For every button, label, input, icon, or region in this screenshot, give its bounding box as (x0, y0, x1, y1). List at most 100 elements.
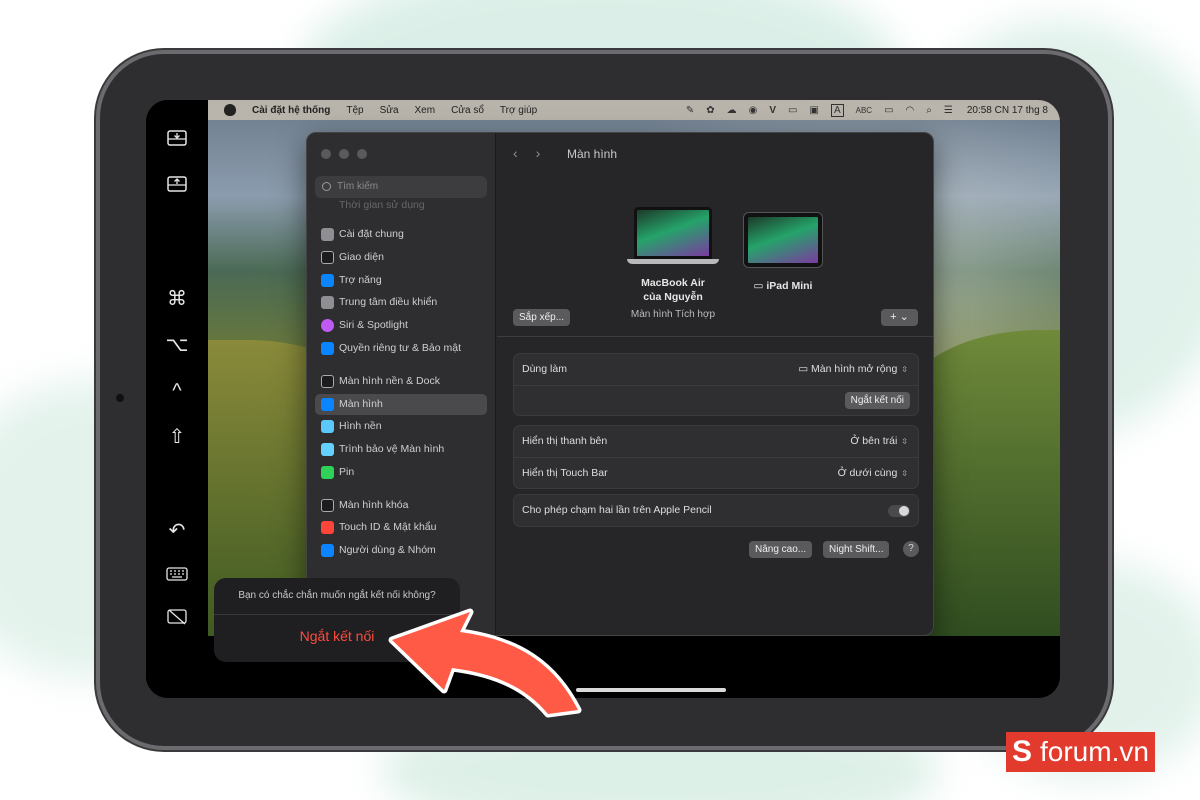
add-display-button[interactable]: + ⌄ (881, 309, 918, 326)
battery-icon (321, 466, 334, 479)
sidebar-item-touch-id[interactable]: Touch ID & Mật khẩu (315, 517, 487, 538)
input-source-label[interactable]: ABC (856, 106, 872, 115)
menu-file[interactable]: Tệp (346, 105, 363, 116)
use-as-group: Dùng làm ▭ Màn hình mở rộng ⇳ Ngắt kết nố… (513, 353, 919, 416)
display-icon: ▭ (798, 363, 812, 375)
sidebar-item-general[interactable]: Cài đặt chung (315, 224, 487, 245)
settings-sidebar: Tìm kiếm Thời gian sử dụng Cài đặt chung… (307, 133, 496, 635)
ipad-device: ⌘ ⌥ ^ ⇧ ↶ Cài đặt hệ thống Tệp Sửa Xem C… (100, 54, 1108, 746)
input-source-icon[interactable]: A (830, 103, 844, 117)
control-key-icon[interactable]: ^ (162, 376, 192, 406)
disconnect-button[interactable]: Ngắt kết nối (844, 392, 910, 409)
control-center-icon[interactable]: ☰ (944, 105, 953, 116)
sidebar-item-control-center[interactable]: Trung tâm điều khiển (315, 292, 487, 313)
device-name: MacBook Air của Nguyễn (625, 276, 721, 304)
download-tray-icon[interactable] (162, 126, 192, 156)
sidebar-item-battery[interactable]: Pin (315, 462, 487, 483)
sidebar-item-displays[interactable]: Màn hình (315, 394, 487, 415)
sidebar-item-users[interactable]: Người dùng & Nhóm (315, 540, 487, 561)
confirm-disconnect-button[interactable]: Ngắt kết nối (214, 628, 460, 644)
forward-chevron-icon[interactable]: › (536, 145, 541, 161)
upload-tray-icon[interactable] (162, 172, 192, 202)
pencil-double-tap-row: Cho phép chạm hai lần trên Apple Pencil (514, 495, 918, 526)
keyboard-icon[interactable] (162, 560, 192, 590)
v-app-icon[interactable]: V (769, 105, 776, 116)
sidebar-item-label: Màn hình nền & Dock (339, 375, 440, 387)
arrange-button[interactable]: Sắp xếp... (513, 309, 571, 326)
sidebar-item-label: Trung tâm điều khiển (339, 296, 438, 308)
minimize-button[interactable] (339, 149, 349, 159)
sidebar-item-label: Cài đặt chung (339, 228, 404, 240)
sidebar-item-label: Màn hình khóa (339, 499, 409, 511)
menu-app-name[interactable]: Cài đặt hệ thống (252, 105, 330, 116)
undo-icon[interactable]: ↶ (162, 516, 192, 546)
disconnect-row: Ngắt kết nối (514, 385, 918, 415)
sidebar-item-siri[interactable]: Siri & Spotlight (315, 315, 487, 336)
sidebar-item-appearance[interactable]: Giao diện (315, 247, 487, 268)
search-icon (322, 182, 331, 191)
sforum-logo-text: forum.vn (1038, 732, 1155, 772)
sidebar-item-accessibility[interactable]: Trợ năng (315, 270, 487, 291)
hand-icon (321, 342, 334, 355)
apple-logo-icon[interactable] (224, 104, 236, 116)
sidebar-item-label: Màn hình (339, 398, 383, 410)
show-sidebar-select[interactable]: Ở bên trái ⇳ (850, 426, 908, 457)
lock-icon (321, 499, 334, 512)
pencil-double-tap-toggle[interactable] (888, 505, 910, 517)
screen-mirroring-icon[interactable]: ▭ (788, 105, 797, 116)
window-traffic-lights (321, 149, 367, 159)
disconnect-display-icon[interactable] (162, 604, 192, 634)
app-badge-icon[interactable]: ✿ (706, 105, 714, 116)
help-button[interactable]: ? (903, 541, 919, 557)
sidebar-item-privacy[interactable]: Quyền riêng tư & Bảo mật (315, 338, 487, 359)
pencil-double-tap-label: Cho phép chạm hai lần trên Apple Pencil (522, 504, 712, 516)
zoom-button[interactable] (357, 149, 367, 159)
sidebar-item-wallpaper[interactable]: Hình nền (315, 416, 487, 437)
users-icon (321, 544, 334, 557)
sidebar-item-label: Quyền riêng tư & Bảo mật (339, 342, 462, 354)
sun-icon (321, 398, 334, 411)
sidebar-item-label: Touch ID & Mật khẩu (339, 521, 437, 533)
battery-icon[interactable]: ▭ (884, 105, 893, 116)
divider (214, 614, 460, 615)
menu-edit[interactable]: Sửa (380, 105, 399, 116)
show-touchbar-row: Hiển thị Touch Bar Ở dưới cùng ⇳ (514, 457, 918, 488)
home-indicator[interactable] (576, 688, 726, 692)
menu-view[interactable]: Xem (415, 105, 436, 116)
sidebar-item-screen-time[interactable]: Thời gian sử dụng (315, 195, 487, 216)
ipad-screen: ⌘ ⌥ ^ ⇧ ↶ Cài đặt hệ thống Tệp Sửa Xem C… (146, 100, 1060, 698)
menu-window[interactable]: Cửa sổ (451, 105, 484, 116)
use-as-select[interactable]: ▭ Màn hình mở rộng ⇳ (798, 354, 908, 385)
sidebar-item-desktop-dock[interactable]: Màn hình nền & Dock (315, 371, 487, 392)
use-as-row: Dùng làm ▭ Màn hình mở rộng ⇳ (514, 354, 918, 385)
menu-help[interactable]: Trợ giúp (500, 105, 537, 116)
cloud-sync-icon[interactable]: ☁ (727, 105, 737, 116)
feather-icon[interactable]: ✎ (686, 105, 694, 116)
sforum-logo-mark: S (1006, 732, 1038, 772)
device-ipad-mini[interactable]: ▭ iPad Mini (741, 213, 825, 293)
sidebar-item-screensaver[interactable]: Trình bảo vệ Màn hình (315, 439, 487, 460)
macbook-base (627, 259, 719, 264)
dock-icon (321, 375, 334, 388)
fingerprint-icon (321, 521, 334, 534)
wifi-icon[interactable]: ◠ (906, 105, 915, 116)
shift-key-icon[interactable]: ⇧ (162, 422, 192, 452)
appearance-icon (321, 251, 334, 264)
advanced-button[interactable]: Nâng cao... (749, 541, 813, 558)
command-key-icon[interactable]: ⌘ (162, 284, 192, 314)
cleaner-icon[interactable]: ◉ (749, 105, 758, 116)
sidebar-item-label: Người dùng & Nhóm (339, 544, 436, 556)
macbook-thumbnail (634, 207, 712, 259)
option-key-icon[interactable]: ⌥ (162, 330, 192, 360)
show-touchbar-select[interactable]: Ở dưới cùng ⇳ (838, 458, 908, 489)
system-settings-window: Tìm kiếm Thời gian sử dụng Cài đặt chung… (306, 132, 934, 636)
display-icon[interactable]: ▣ (809, 105, 818, 116)
device-macbook-air[interactable]: MacBook Air của Nguyễn Màn hình Tích hợp (625, 207, 721, 320)
search-icon[interactable]: ⌕ (926, 105, 932, 116)
back-chevron-icon[interactable]: ‹ (513, 145, 518, 161)
close-button[interactable] (321, 149, 331, 159)
use-as-value: Màn hình mở rộng (811, 363, 898, 375)
night-shift-button[interactable]: Night Shift... (823, 541, 890, 558)
menu-clock[interactable]: 20:58 CN 17 thg 8 (967, 105, 1048, 116)
sidebar-item-lock-screen[interactable]: Màn hình khóa (315, 495, 487, 516)
